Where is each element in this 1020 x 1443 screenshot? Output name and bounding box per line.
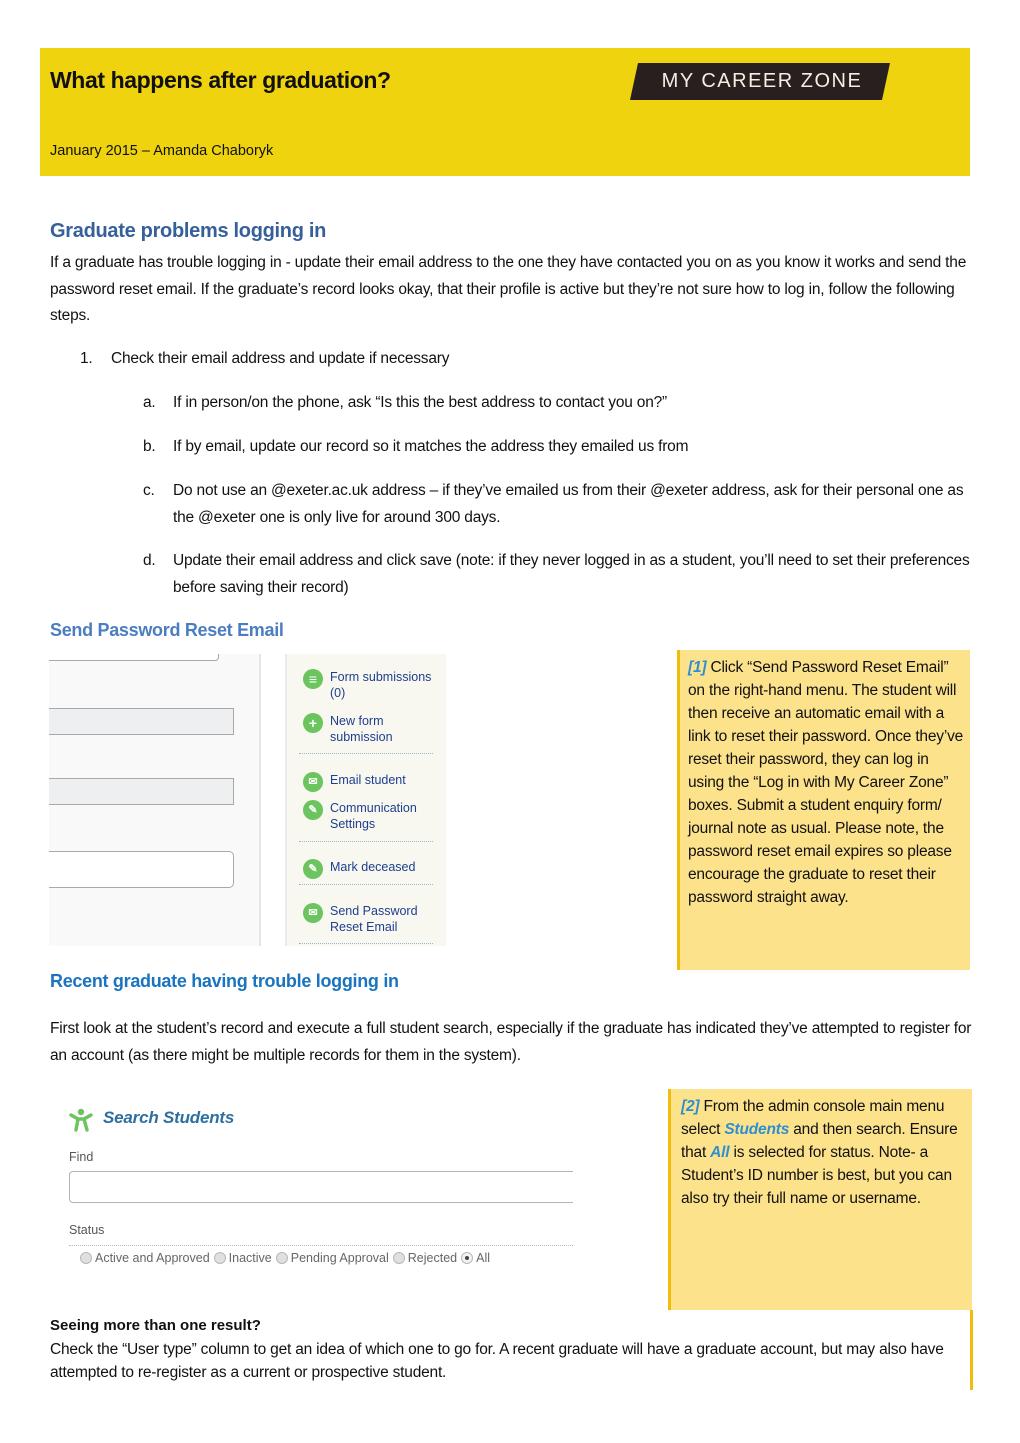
radio-button[interactable] <box>392 1252 405 1264</box>
menu-item-label: Communication Settings <box>330 801 417 831</box>
search-students-title: Search Students <box>103 1108 235 1127</box>
find-label: Find <box>69 1150 94 1164</box>
status-divider <box>69 1245 573 1246</box>
recent-intro-paragraph: First look at the student’s record and e… <box>50 1020 972 1064</box>
menu-item-form-submissions[interactable]: ≡ Form submissions (0) <box>303 669 440 701</box>
callout-emphasis-all: All <box>710 1144 730 1161</box>
menu-item-email-student[interactable]: ✉ Email student <box>303 772 440 792</box>
search-students-screenshot: Search Students Find Status Active and A… <box>58 1100 573 1275</box>
substep-text: Do not use an @exeter.ac.uk address – if… <box>173 482 964 526</box>
envelope-icon: ✉ <box>303 903 323 923</box>
subheading-more-than-one-result: Seeing more than one result? <box>50 1317 261 1334</box>
step-number: 1. <box>80 350 93 367</box>
plus-icon: + <box>303 713 323 733</box>
substep-text: If in person/on the phone, ask “Is this … <box>173 394 668 411</box>
substep-label: d. <box>143 552 156 569</box>
menu-item-label: New form submission <box>330 714 393 744</box>
status-label: Status <box>69 1223 105 1237</box>
header-banner: What happens after graduation? January 2… <box>40 48 970 176</box>
pencil-icon: ✎ <box>303 800 323 820</box>
radio-button[interactable] <box>213 1252 226 1264</box>
substep-text: If by email, update our record so it mat… <box>173 438 689 455</box>
student-figure-icon <box>69 1108 93 1132</box>
radio-button-selected[interactable] <box>461 1252 474 1264</box>
substep-label: a. <box>143 394 156 411</box>
menu-divider <box>299 753 433 754</box>
menu-item-communication-settings[interactable]: ✎ Communication Settings <box>303 800 440 832</box>
menu-divider <box>299 943 433 944</box>
list-icon: ≡ <box>303 669 323 689</box>
menu-item-mark-deceased[interactable]: ✎ Mark deceased <box>303 859 440 879</box>
find-input[interactable] <box>69 1171 573 1203</box>
radio-label: Inactive <box>228 1251 272 1265</box>
radio-inactive[interactable]: Inactive <box>213 1251 272 1265</box>
menu-divider <box>299 841 433 842</box>
callout-emphasis-students: Students <box>724 1121 790 1138</box>
document-title: What happens after graduation? <box>50 67 391 93</box>
form-field-readonly[interactable] <box>49 708 234 735</box>
my-career-zone-logo: MY CAREER ZONE <box>630 63 890 100</box>
radio-active-and-approved[interactable]: Active and Approved <box>80 1251 210 1265</box>
substep-label: b. <box>143 438 156 455</box>
form-field[interactable] <box>49 851 234 888</box>
radio-label: Rejected <box>407 1251 458 1265</box>
callout-search-students: [2] From the admin console main menu sel… <box>668 1089 972 1310</box>
step-text: Check their email address and update if … <box>111 350 450 367</box>
section-heading-send-reset: Send Password Reset Email <box>50 620 284 640</box>
menu-item-label: Form submissions (0) <box>330 670 432 700</box>
panel-divider <box>259 654 261 946</box>
radio-label: All <box>476 1251 491 1265</box>
substep-text: Update their email address and click sav… <box>173 552 970 596</box>
section-heading-recent-graduate: Recent graduate having trouble logging i… <box>50 971 399 991</box>
radio-all[interactable]: All <box>461 1251 490 1265</box>
record-form-panel <box>49 654 259 946</box>
envelope-icon: ✉ <box>303 772 323 792</box>
menu-item-new-form-submission[interactable]: + New form submission <box>303 713 440 745</box>
menu-item-label: Mark deceased <box>330 860 416 874</box>
substep-label: c. <box>143 482 155 499</box>
record-actions-menu: ≡ Form submissions (0) + New form submis… <box>285 654 446 946</box>
menu-item-label: Email student <box>330 773 406 787</box>
form-field-readonly[interactable] <box>49 778 234 805</box>
pencil-icon: ✎ <box>303 859 323 879</box>
section-heading-login-problems: Graduate problems logging in <box>50 220 327 242</box>
callout-text: Click “Send Password Reset Email” on the… <box>688 659 964 906</box>
form-field[interactable] <box>49 654 219 661</box>
radio-button[interactable] <box>275 1252 288 1264</box>
callout-reference: [2] <box>681 1098 700 1115</box>
menu-item-send-password-reset-email[interactable]: ✉ Send Password Reset Email <box>303 903 440 935</box>
radio-label: Active and Approved <box>95 1251 210 1265</box>
menu-divider <box>299 884 433 885</box>
menu-item-label: Send Password Reset Email <box>330 904 418 934</box>
radio-button[interactable] <box>80 1252 92 1264</box>
callout-send-reset: [1] Click “Send Password Reset Email” on… <box>677 650 970 970</box>
more-results-paragraph: Check the “User type” column to get an i… <box>50 1341 944 1381</box>
callout-reference: [1] <box>688 659 707 676</box>
status-radio-group: Active and Approved Inactive Pending App… <box>80 1251 494 1265</box>
logo-text: MY CAREER ZONE <box>661 70 863 92</box>
document-subtitle: January 2015 – Amanda Chaboryk <box>50 143 274 159</box>
radio-pending-approval[interactable]: Pending Approval <box>275 1251 389 1265</box>
radio-label: Pending Approval <box>290 1251 389 1265</box>
radio-rejected[interactable]: Rejected <box>392 1251 458 1265</box>
login-intro-paragraph: If a graduate has trouble logging in - u… <box>50 254 967 324</box>
student-record-screenshot: ≡ Form submissions (0) + New form submis… <box>49 654 446 946</box>
